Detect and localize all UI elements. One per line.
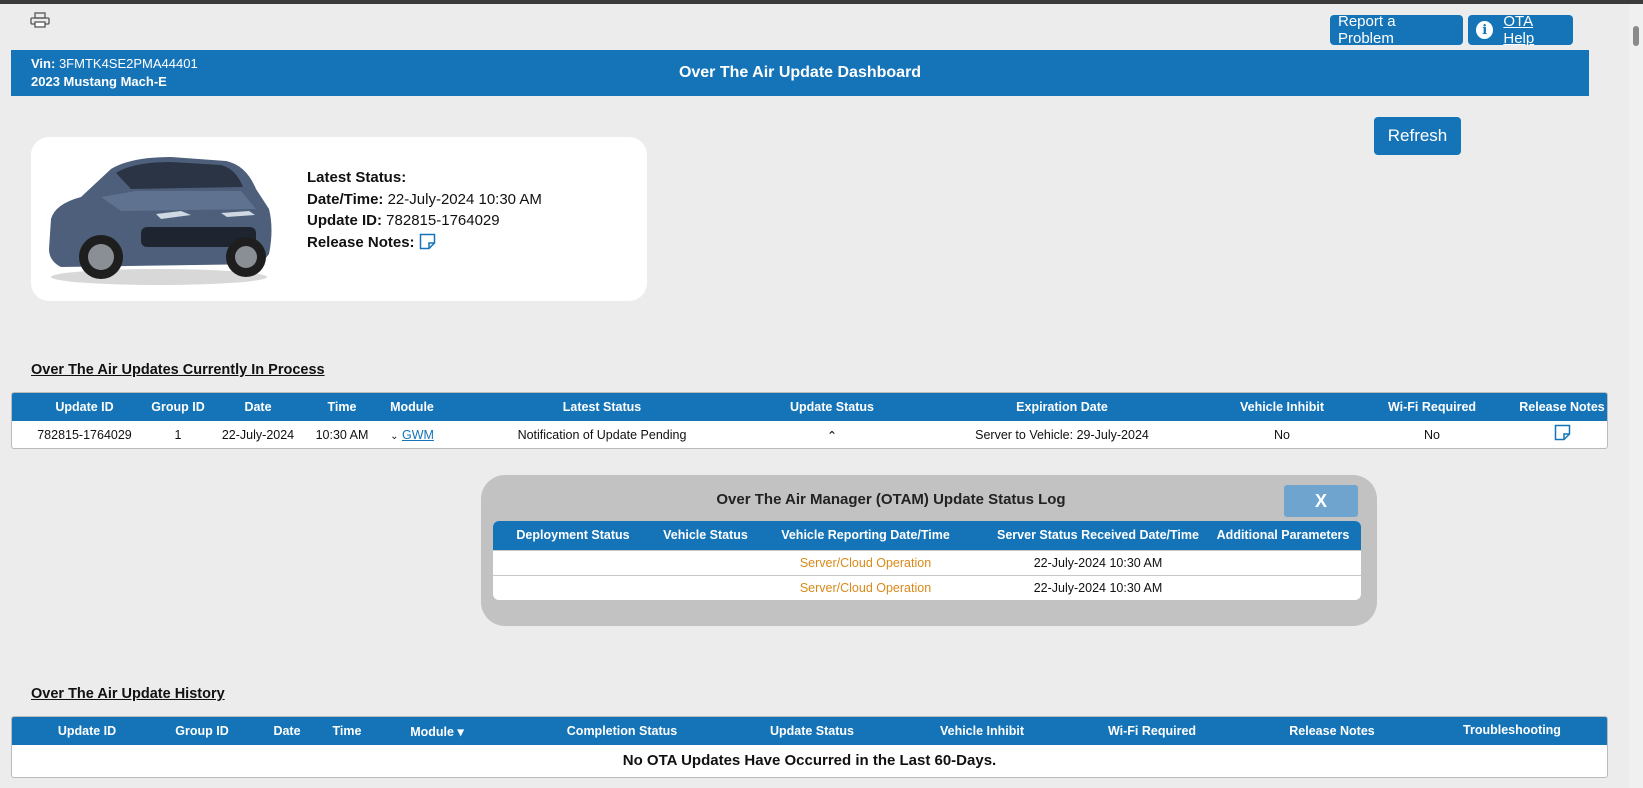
sort-down-icon[interactable]: ▾ xyxy=(457,725,463,739)
release-notes-label: Release Notes: xyxy=(307,233,415,251)
col-module: Module xyxy=(390,400,434,414)
cell-vehicle-inhibit: No xyxy=(1274,428,1290,442)
col-vehicle-inhibit: Vehicle Inhibit xyxy=(1239,400,1325,414)
page-scrollbar[interactable] xyxy=(1629,4,1643,788)
cell-date: 22-July-2024 xyxy=(221,428,295,442)
col-completion-status: Completion Status xyxy=(566,724,678,738)
col-date: Date xyxy=(244,400,272,414)
col-additional-params: Additional Parameters xyxy=(1216,528,1350,542)
col-update-status: Update Status xyxy=(769,724,855,738)
module-link[interactable]: GWM xyxy=(402,428,434,442)
printer-icon[interactable] xyxy=(30,12,50,28)
status-log-title: Over The Air Manager (OTAM) Update Statu… xyxy=(716,491,1066,508)
table-row: Server/Cloud Operation 22-July-2024 10:3… xyxy=(493,550,1361,575)
col-update-id: Update ID xyxy=(57,724,117,738)
update-id-value: 782815-1764029 xyxy=(386,212,500,229)
col-module-label: Module xyxy=(410,725,454,739)
datetime-value: 22-July-2024 10:30 AM xyxy=(387,190,542,208)
scrollbar-thumb[interactable] xyxy=(1633,26,1639,46)
col-release-notes: Release Notes xyxy=(1519,400,1605,414)
cell-expiration: Server to Vehicle: 29-July-2024 xyxy=(975,428,1149,442)
cell-time: 10:30 AM xyxy=(315,428,369,442)
vehicle-image xyxy=(49,157,272,285)
status-log-table: Deployment Status Vehicle Status Vehicle… xyxy=(493,521,1361,600)
cell-server-received: 22-July-2024 10:30 AM xyxy=(1033,581,1163,595)
update-id-label: Update ID: xyxy=(307,212,382,229)
table-row: 782815-1764029 1 22-July-2024 10:30 AM ⌄… xyxy=(12,421,1607,448)
ota-help-button[interactable]: i OTA Help xyxy=(1468,13,1573,47)
col-wifi-required: Wi-Fi Required xyxy=(1387,400,1477,414)
close-log-button[interactable]: X xyxy=(1284,485,1358,517)
cell-update-status: ⌃ xyxy=(752,428,912,443)
col-group-id: Group ID xyxy=(151,400,205,414)
history-title: Over The Air Update History xyxy=(31,686,225,702)
cell-vehicle-reporting: Server/Cloud Operation xyxy=(799,581,932,595)
datetime-label: Date/Time: xyxy=(307,190,384,208)
col-update-status: Update Status xyxy=(789,400,875,414)
chevron-down-icon[interactable]: ⌄ xyxy=(390,431,398,442)
refresh-button[interactable]: Refresh xyxy=(1374,117,1461,155)
history-empty-message: No OTA Updates Have Occurred in the Last… xyxy=(622,752,997,769)
col-latest-status: Latest Status xyxy=(562,400,642,414)
col-expiration-date: Expiration Date xyxy=(1016,400,1108,414)
in-process-title: Over The Air Updates Currently In Proces… xyxy=(31,362,325,378)
release-notes-icon[interactable] xyxy=(1554,424,1571,441)
col-vehicle-status: Vehicle Status xyxy=(663,528,748,542)
in-process-table: Update ID Group ID Date Time Module Late… xyxy=(11,392,1608,449)
status-log-panel: Over The Air Manager (OTAM) Update Statu… xyxy=(481,475,1377,626)
cell-release-notes xyxy=(1512,424,1607,441)
window-top-border xyxy=(0,0,1643,4)
page-title: Over The Air Update Dashboard xyxy=(678,64,922,81)
status-details: Latest Status: Date/Time: 22-July-2024 1… xyxy=(307,167,542,253)
cell-wifi-required: No xyxy=(1424,428,1440,442)
chevron-up-icon[interactable]: ⌃ xyxy=(827,429,837,443)
col-module[interactable]: Module ▾ xyxy=(387,724,487,739)
cell-module: ⌄ GWM xyxy=(372,428,452,442)
cell-group-id: 1 xyxy=(174,428,182,442)
history-header: Update ID Group ID Date Time Module ▾ Co… xyxy=(12,717,1607,745)
report-problem-button[interactable]: Report a Problem xyxy=(1330,13,1463,47)
cell-server-received: 22-July-2024 10:30 AM xyxy=(1033,556,1163,570)
col-deployment-status: Deployment Status xyxy=(516,528,630,542)
col-vehicle-inhibit: Vehicle Inhibit xyxy=(939,724,1025,738)
cell-update-id: 782815-1764029 xyxy=(37,428,132,442)
table-row: Server/Cloud Operation 22-July-2024 10:3… xyxy=(493,575,1361,600)
col-vehicle-reporting: Vehicle Reporting Date/Time xyxy=(781,528,950,542)
col-update-id: Update ID xyxy=(55,400,114,414)
ota-help-label: OTA Help xyxy=(1503,13,1535,47)
history-table: Update ID Group ID Date Time Module ▾ Co… xyxy=(11,716,1608,778)
col-release-notes: Release Notes xyxy=(1289,724,1375,738)
cell-vehicle-reporting: Server/Cloud Operation xyxy=(799,556,932,570)
col-time: Time xyxy=(327,400,357,414)
col-time: Time xyxy=(332,724,362,738)
in-process-header: Update ID Group ID Date Time Module Late… xyxy=(12,393,1607,421)
col-group-id: Group ID xyxy=(175,724,229,738)
latest-status-card: Latest Status: Date/Time: 22-July-2024 1… xyxy=(31,137,647,301)
release-notes-icon[interactable] xyxy=(419,233,436,250)
dashboard-header: Vin: 3FMTK4SE2PMA44401 2023 Mustang Mach… xyxy=(11,50,1589,96)
cell-latest-status: Notification of Update Pending xyxy=(517,428,687,442)
col-wifi-required: Wi-Fi Required xyxy=(1107,724,1197,738)
latest-status-label: Latest Status: xyxy=(307,169,407,186)
status-log-header: Deployment Status Vehicle Status Vehicle… xyxy=(493,521,1361,550)
col-troubleshooting: Troubleshooting xyxy=(1463,723,1561,737)
info-icon: i xyxy=(1476,21,1494,39)
col-server-received: Server Status Received Date/Time xyxy=(997,528,1199,542)
